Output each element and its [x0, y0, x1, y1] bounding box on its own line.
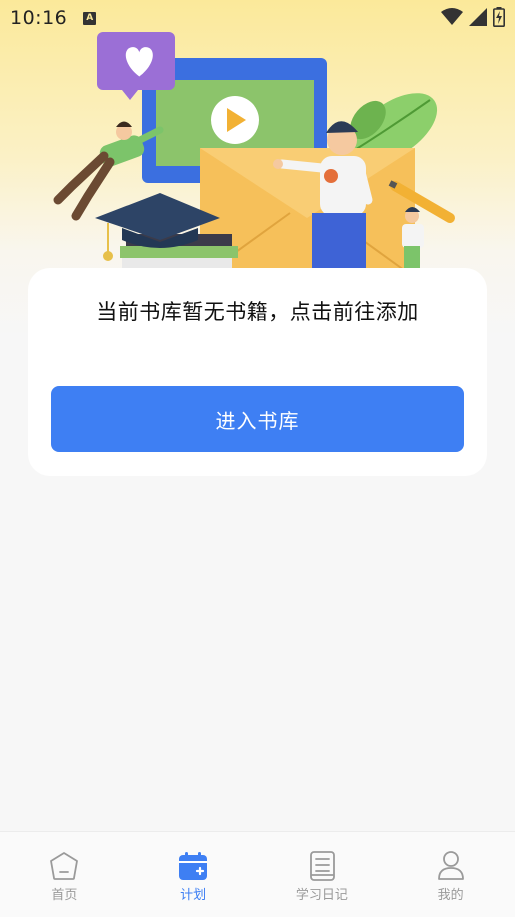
bottom-tab-bar: 首页 计划 学习日记 我的: [0, 831, 515, 917]
enter-library-button[interactable]: 进入书库: [51, 386, 464, 452]
calendar-add-icon: [179, 852, 208, 880]
battery-charging-icon: [493, 7, 505, 27]
tab-plan-label: 计划: [180, 888, 207, 903]
wifi-icon: [441, 8, 463, 25]
tab-mine-label: 我的: [437, 888, 464, 903]
tab-home[interactable]: 首页: [0, 832, 129, 917]
notebook-icon: [309, 851, 335, 881]
user-icon: [437, 851, 464, 880]
empty-library-card: 当前书库暂无书籍，点击前往添加 进入书库: [28, 268, 487, 476]
tab-home-label: 首页: [51, 888, 78, 903]
home-icon: [50, 852, 79, 880]
status-icons: [441, 7, 505, 27]
heart-bubble-drawing: [97, 32, 175, 100]
tab-plan[interactable]: 计划: [129, 832, 258, 917]
signal-icon: [469, 8, 487, 26]
status-time: 10:16: [10, 7, 68, 29]
education-illustration: [53, 32, 455, 278]
tab-diary[interactable]: 学习日记: [258, 832, 387, 917]
empty-library-message: 当前书库暂无书籍，点击前往添加: [96, 300, 419, 324]
tab-diary-label: 学习日记: [295, 888, 348, 903]
tab-mine[interactable]: 我的: [386, 832, 515, 917]
a-icon: A: [83, 11, 97, 25]
